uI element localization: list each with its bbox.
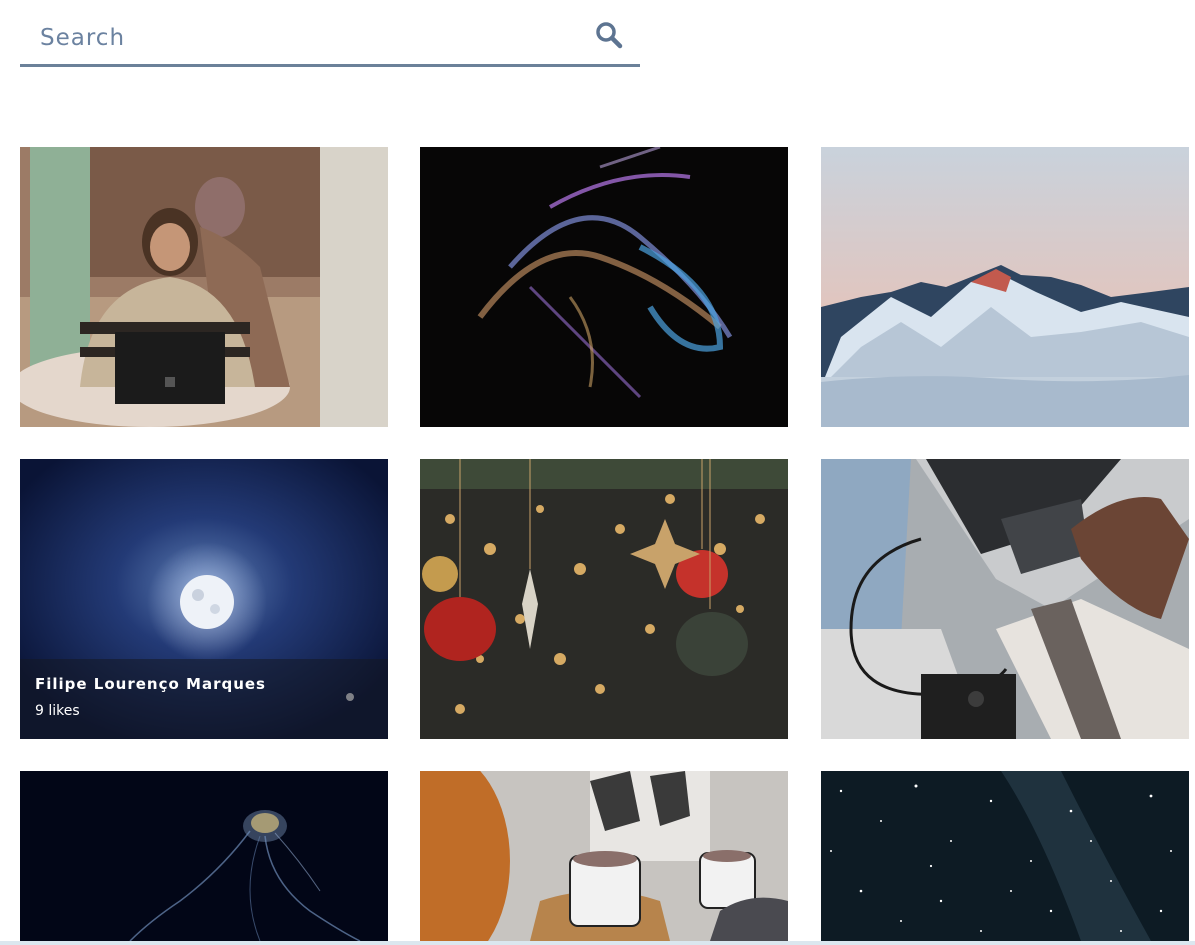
photo-image-abstract [420, 147, 788, 427]
photo-image-mugs [420, 771, 788, 941]
search-bar [20, 14, 640, 67]
photo-image-ornaments [420, 459, 788, 739]
photo-card[interactable] [420, 771, 788, 941]
photo-info-overlay: Filipe Lourenço Marques 9 likes [20, 659, 388, 739]
photo-image-ssd [821, 459, 1189, 739]
photo-card-hovered[interactable]: Filipe Lourenço Marques 9 likes [20, 459, 388, 739]
photo-image-jellyfish [20, 771, 388, 941]
search-input[interactable] [20, 14, 580, 62]
horizontal-scroll-strip [0, 941, 1195, 945]
photo-card[interactable] [420, 459, 788, 739]
photo-card[interactable] [821, 459, 1189, 739]
photo-card[interactable] [20, 771, 388, 941]
photo-card[interactable] [420, 147, 788, 427]
photo-likes: 9 likes [35, 703, 80, 719]
photo-image-mountains [821, 147, 1189, 427]
photo-image-cafe [20, 147, 388, 427]
photo-card[interactable] [20, 147, 388, 427]
photo-card[interactable] [821, 147, 1189, 427]
photo-image-stars [821, 771, 1189, 941]
photo-card[interactable] [821, 771, 1189, 941]
search-icon[interactable] [594, 20, 624, 50]
photo-author: Filipe Lourenço Marques [35, 675, 266, 693]
